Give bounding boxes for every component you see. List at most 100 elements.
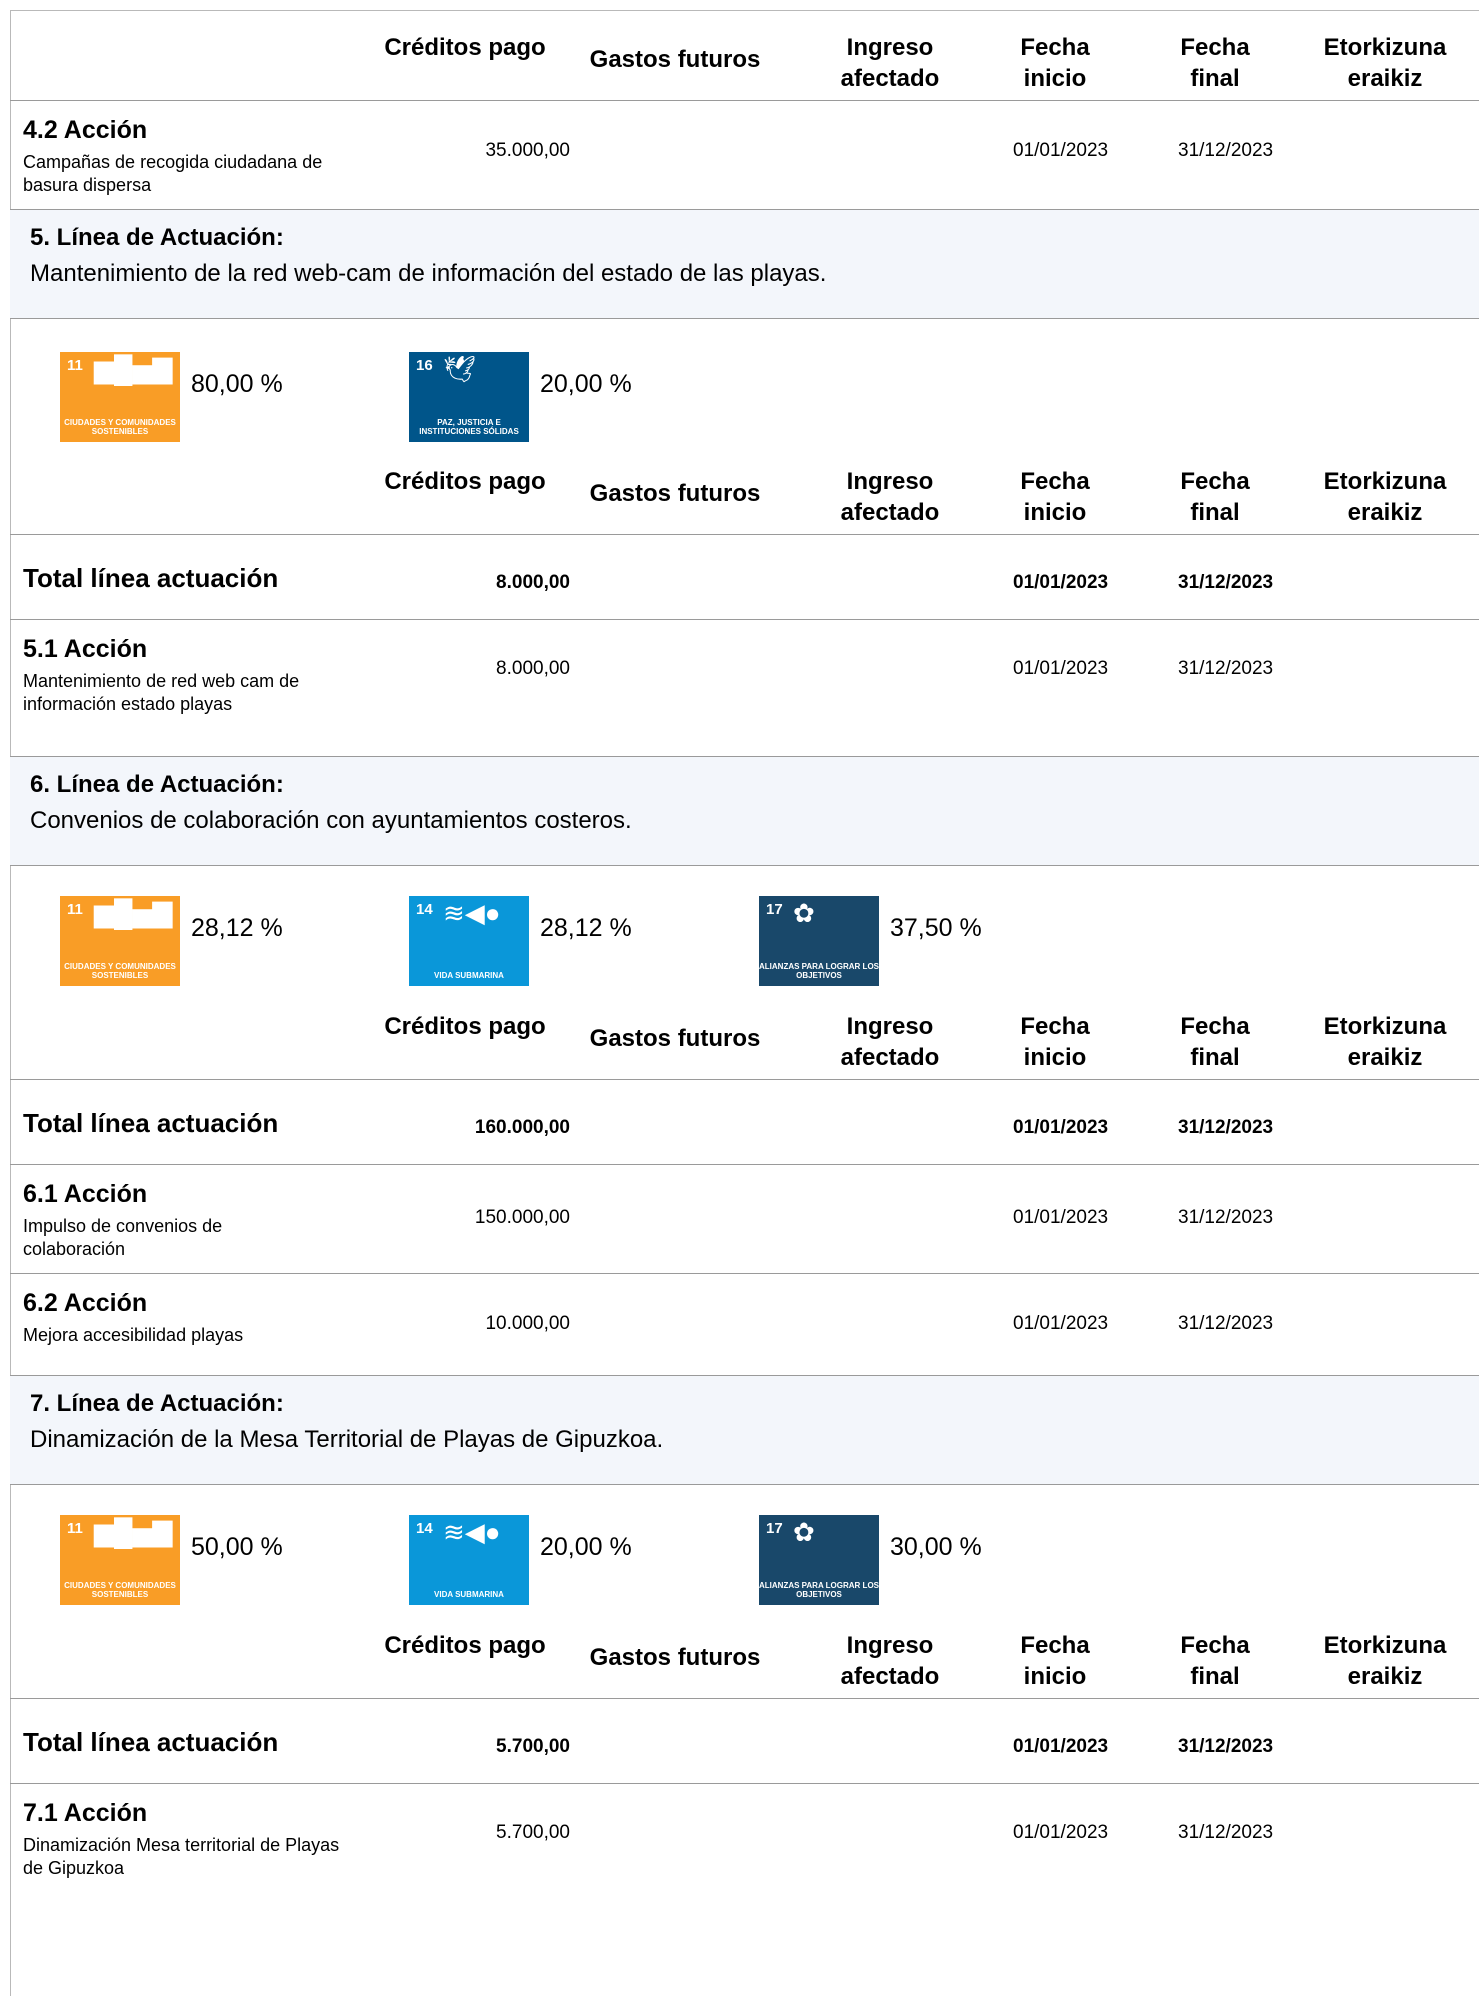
- l7-actions-0-inicio: 01/01/2023: [1013, 1822, 1109, 1843]
- l6-ods-1-num: 14: [416, 901, 433, 918]
- headers-fecha-final: Fecha final: [1180, 1632, 1250, 1690]
- l7-ods-0-label: Ciudades y comunidades sostenibles: [64, 1581, 176, 1599]
- l7-actions-0-desc: Dinamización Mesa territorial de Playas …: [23, 1835, 340, 1878]
- l5-actions-0-desc: Mantenimiento de red web cam de informac…: [23, 671, 300, 714]
- action-row-6-2: 6.2 Acción Mejora accesibilidad playas 1…: [10, 1274, 1479, 1376]
- l6-actions-0-creditos: 150.000,00: [474, 1207, 570, 1228]
- total-fecha-final: 31/12/2023: [1178, 572, 1274, 593]
- l7-total-inicio: 01/01/2023: [1013, 1736, 1109, 1757]
- l6-ods-1-label: Vida submarina: [434, 971, 504, 980]
- l7-actions-0-title: 7.1 Acción: [23, 1799, 148, 1827]
- flower-icon: ✿: [793, 1517, 815, 1547]
- action-row-4-2: 4.2 Acción Campañas de recogida ciudadan…: [10, 101, 1479, 210]
- headers-creditos: Créditos pago: [384, 468, 546, 495]
- header-ingreso: Ingreso afectado: [840, 34, 940, 92]
- headers-etorkizuna: Etorkizuna eraikiz: [1323, 1632, 1447, 1690]
- l6-total-creditos: 160.000,00: [474, 1117, 570, 1138]
- headers-ingreso: Ingreso afectado: [840, 468, 940, 526]
- table-header: Créditos pago Gastos futuros Ingreso afe…: [10, 10, 1479, 101]
- linea-actuacion-5: 5. Línea de Actuación: Mantenimiento de …: [10, 210, 1479, 319]
- l6-ods-2-label: Alianzas para lograr los objetivos: [759, 962, 879, 980]
- l5-ods-1-num: 16: [416, 357, 433, 374]
- action-title: 4.2 Acción: [23, 116, 148, 144]
- total-row-5: Total línea actuación 8.000,00 01/01/202…: [10, 535, 1479, 620]
- l5-actions-0-creditos: 8.000,00: [496, 658, 570, 679]
- action-row-5-1: 5.1 Acción Mantenimiento de red web cam …: [10, 620, 1479, 757]
- headers-gastos: Gastos futuros: [589, 480, 761, 507]
- l7-actions-0-final: 31/12/2023: [1178, 1822, 1274, 1843]
- l7-total-final: 31/12/2023: [1178, 1736, 1274, 1757]
- dove-icon: 🕊: [443, 354, 477, 384]
- ods-percentage: 20,00 %: [540, 370, 632, 398]
- l7-actions-0-creditos: 5.700,00: [496, 1822, 570, 1843]
- l7-ods-2-label: Alianzas para lograr los objetivos: [759, 1581, 879, 1599]
- l7-desc: Dinamización de la Mesa Territorial de P…: [30, 1426, 664, 1453]
- ods-14-tile: 14 ≋◀● Vida submarina: [409, 1515, 529, 1605]
- action-fecha-final: 31/12/2023: [1178, 140, 1274, 161]
- action-description: Campañas de recogida ciudadana de basura…: [23, 152, 323, 195]
- ods-11-tile: 11 ▆█▅▇ Ciudades y comunidades sostenible…: [60, 896, 180, 986]
- l5-actions-0-title: 5.1 Acción: [23, 635, 148, 663]
- headers-gastos: Gastos futuros: [589, 1644, 761, 1671]
- total-creditos: 8.000,00: [496, 572, 570, 593]
- l6-total-inicio: 01/01/2023: [1013, 1117, 1109, 1138]
- headers-fecha-inicio: Fecha inicio: [1020, 468, 1090, 526]
- l6-actions-0-final: 31/12/2023: [1178, 1207, 1274, 1228]
- l7-total-creditos: 5.700,00: [496, 1736, 570, 1757]
- total-row-6: Total línea actuación 160.000,00 01/01/2…: [10, 1080, 1479, 1165]
- l6-actions-1-inicio: 01/01/2023: [1013, 1313, 1109, 1334]
- l6-actions-1-title: 6.2 Acción: [23, 1289, 148, 1317]
- ods-17-tile: 17 ✿ Alianzas para lograr los objetivos: [759, 1515, 879, 1605]
- action-row-6-1: 6.1 Acción Impulso de convenios de colab…: [10, 1165, 1479, 1274]
- linea-title: 5. Línea de Actuación:: [30, 224, 284, 251]
- ods-percentage: 80,00 %: [191, 370, 283, 398]
- headers-fecha-final: Fecha final: [1180, 468, 1250, 526]
- l5-ods-0-label: Ciudades y comunidades sostenibles: [64, 418, 176, 436]
- l5-ods-0-num: 11: [67, 357, 83, 374]
- l5-ods-1-label: Paz, justicia e instituciones sólidas: [419, 418, 519, 436]
- table-header: Créditos pago Gastos futuros Ingreso afe…: [10, 1608, 1479, 1699]
- headers-creditos: Créditos pago: [384, 1632, 546, 1659]
- l6-ods-0-num: 11: [67, 901, 83, 918]
- l6-actions-1-desc: Mejora accesibilidad playas: [23, 1325, 244, 1345]
- ods-percentage: 30,00 %: [890, 1533, 982, 1561]
- headers-creditos: Créditos pago: [384, 1013, 546, 1040]
- linea-description: Mantenimiento de la red web-cam de infor…: [30, 260, 827, 287]
- l6-actions-0-inicio: 01/01/2023: [1013, 1207, 1109, 1228]
- l6-ods-2-num: 17: [766, 901, 783, 918]
- headers-etorkizuna: Etorkizuna eraikiz: [1323, 1013, 1447, 1071]
- total-row-7: Total línea actuación 5.700,00 01/01/202…: [10, 1699, 1479, 1784]
- ods-percentage: 50,00 %: [191, 1533, 283, 1561]
- ods-17-tile: 17 ✿ Alianzas para lograr los objetivos: [759, 896, 879, 986]
- total-fecha-inicio: 01/01/2023: [1013, 572, 1109, 593]
- action-row-7-1: 7.1 Acción Dinamización Mesa territorial…: [10, 1784, 1479, 1904]
- headers-ingreso: Ingreso afectado: [840, 1013, 940, 1071]
- headers-etorkizuna: Etorkizuna eraikiz: [1323, 468, 1447, 526]
- header-gastos: Gastos futuros: [589, 46, 761, 73]
- total-label: Total línea actuación: [23, 1108, 279, 1138]
- city-icon: ▆█▅▇: [94, 898, 173, 928]
- ods-11-tile: 11 ▆█▅▇ Ciudades y comunidades sostenible…: [60, 1515, 180, 1605]
- fish-icon: ≋◀●: [443, 1517, 501, 1547]
- ods-percentage: 20,00 %: [540, 1533, 632, 1561]
- ods-percentage: 28,12 %: [540, 914, 632, 942]
- header-creditos: Créditos pago: [384, 34, 546, 61]
- linea-actuacion-7: 7. Línea de Actuación: Dinamización de l…: [10, 1376, 1479, 1485]
- l6-actions-1-final: 31/12/2023: [1178, 1313, 1274, 1334]
- ods-16-tile: 16 🕊 Paz, justicia e instituciones sólida…: [409, 352, 529, 442]
- flower-icon: ✿: [793, 898, 815, 928]
- city-icon: ▆█▅▇: [94, 1517, 173, 1547]
- l7-title: 7. Línea de Actuación:: [30, 1390, 284, 1417]
- total-label: Total línea actuación: [23, 1727, 279, 1757]
- l5-actions-0-final: 31/12/2023: [1178, 658, 1274, 679]
- headers-ingreso: Ingreso afectado: [840, 1632, 940, 1690]
- ods-11-tile: 11 ▆█▅▇ Ciudades y comunidades sostenible…: [60, 352, 180, 442]
- header-etorkizuna: Etorkizuna eraikiz: [1323, 34, 1447, 92]
- headers-gastos: Gastos futuros: [589, 1025, 761, 1052]
- action-creditos: 35.000,00: [485, 140, 570, 161]
- l6-actions-0-desc: Impulso de convenios de colaboración: [23, 1216, 223, 1259]
- fish-icon: ≋◀●: [443, 898, 501, 928]
- l6-total-final: 31/12/2023: [1178, 1117, 1274, 1138]
- table-header: Créditos pago Gastos futuros Ingreso afe…: [10, 989, 1479, 1080]
- l6-desc: Convenios de colaboración con ayuntamien…: [30, 807, 632, 834]
